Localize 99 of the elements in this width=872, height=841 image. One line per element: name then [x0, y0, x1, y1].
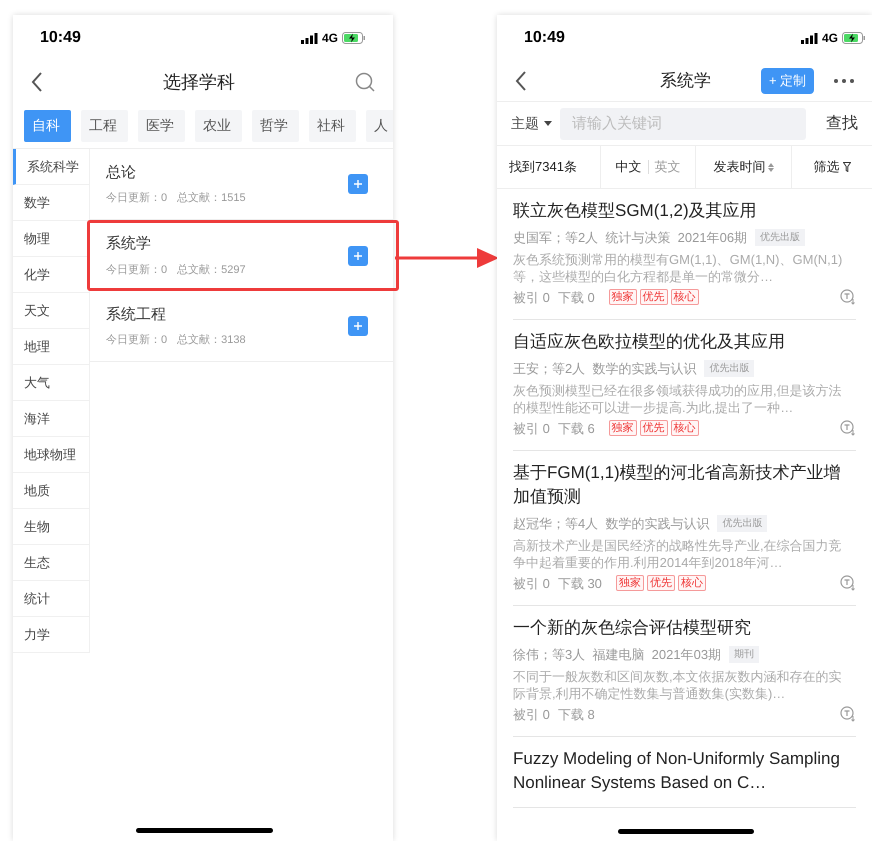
- download-count: 下载 6: [558, 420, 595, 438]
- search-icon[interactable]: [355, 72, 375, 92]
- article-meta: 史国军；等2人 统计与决策 2021年06期: [513, 229, 748, 247]
- sidebar-item[interactable]: 物理: [13, 221, 90, 257]
- page-title: 选择学科: [163, 70, 235, 94]
- battery-charging-icon: [342, 32, 366, 44]
- add-button[interactable]: [348, 246, 368, 266]
- status-time: 10:49: [40, 28, 81, 48]
- article-title[interactable]: 一个新的灰色综合评估模型研究: [513, 616, 856, 640]
- sort-button[interactable]: 发表时间: [696, 146, 792, 188]
- network-label: 4G: [822, 30, 838, 47]
- subject-name: 系统学: [106, 234, 152, 254]
- type-badge: 优先出版: [717, 515, 768, 532]
- article-title[interactable]: Fuzzy Modeling of Non-Uniformly Sampling Nonlinear Systems Based on C…: [513, 747, 856, 795]
- article-title[interactable]: 联立灰色模型SGM(1,2)及其应用: [513, 199, 856, 223]
- circle-download-icon[interactable]: [840, 289, 856, 306]
- sidebar-item[interactable]: 数学: [13, 185, 90, 221]
- article-tag: 核心: [670, 420, 699, 436]
- sort-icon: [768, 162, 774, 172]
- sidebar-item[interactable]: 天文: [13, 293, 90, 329]
- plus-icon: [354, 322, 362, 330]
- sidebar-item[interactable]: 统计: [13, 581, 90, 617]
- circle-download-icon[interactable]: [840, 706, 856, 722]
- article-meta: 赵冠华；等4人 数学的实践与认识: [513, 515, 710, 533]
- article-tag: 核心: [678, 575, 706, 592]
- article-tag: 优先: [646, 575, 675, 592]
- add-button[interactable]: [348, 316, 368, 336]
- plus-icon: [354, 180, 362, 188]
- article-meta: 徐伟；等3人 福建电脑 2021年03期: [513, 646, 722, 664]
- article-title[interactable]: 自适应灰色欧拉模型的优化及其应用: [513, 330, 856, 354]
- signal-icon: [800, 32, 818, 44]
- status-time: 10:49: [524, 28, 565, 48]
- sidebar-item[interactable]: 大气: [13, 365, 90, 401]
- article-abstract: 高新技术产业是国民经济的战略性先导产业,在综合国力竞争中起着重要的作用.利用2014年到2018年河…: [513, 536, 843, 570]
- category-tab[interactable]: 社科: [309, 110, 356, 142]
- search-field[interactable]: 请输入关键词: [560, 108, 806, 140]
- subject-name: 系统工程: [106, 304, 167, 324]
- network-label: 4G: [322, 30, 338, 47]
- article-abstract: 不同于一般灰数和区间灰数,本文依据灰数内涵和存在的实际背景,利用不确定性数集与普通数集(实数集)…: [513, 668, 843, 702]
- article-tag: 优先: [640, 420, 668, 436]
- find-button[interactable]: 查找: [814, 112, 858, 136]
- today-update-count: 今日更新：0: [106, 190, 168, 206]
- category-tab[interactable]: 农业: [195, 110, 242, 142]
- circle-download-icon[interactable]: [840, 575, 856, 592]
- back-icon[interactable]: [31, 72, 43, 92]
- signal-icon: [300, 32, 318, 44]
- download-count: 下载 30: [558, 574, 602, 592]
- sidebar-item[interactable]: 化学: [13, 257, 90, 293]
- today-update-count: 今日更新：0: [106, 262, 168, 278]
- article-tag: 独家: [616, 575, 644, 592]
- language-tab[interactable]: 中文: [616, 157, 642, 177]
- today-update-count: 今日更新：0: [106, 332, 168, 348]
- article-tag: 独家: [608, 420, 637, 436]
- sidebar-item[interactable]: 力学: [13, 617, 90, 653]
- type-badge: 期刊: [729, 646, 760, 664]
- sidebar-item[interactable]: 地理: [13, 329, 90, 365]
- type-badge: 优先出版: [704, 360, 754, 378]
- sidebar-item[interactable]: 地球物理: [13, 437, 90, 473]
- article-tag: 核心: [670, 289, 699, 306]
- subject-row[interactable]: 系统工程 今日更新：0 总文献：3138: [90, 291, 393, 362]
- sidebar-item[interactable]: 海洋: [13, 401, 90, 437]
- sidebar-item[interactable]: 生态: [13, 545, 90, 581]
- article-title[interactable]: 基于FGM(1,1)模型的河北省高新技术产业增加值预测: [513, 461, 856, 509]
- article-abstract: 灰色预测模型已经在很多领域获得成功的应用,但是该方法的模型性能还可以进一步提高.为此,提出了一种…: [513, 382, 843, 416]
- circle-download-icon[interactable]: [840, 420, 856, 436]
- result-count: 找到7341条: [497, 146, 601, 188]
- caret-icon: [544, 121, 552, 126]
- total-count: 总文献：5297: [177, 262, 246, 278]
- article-meta: 王安；等2人 数学的实践与认识: [513, 360, 696, 378]
- page-title: 系统学: [660, 70, 711, 92]
- category-tab[interactable]: 哲学: [252, 110, 299, 142]
- sidebar-item[interactable]: 地质: [13, 473, 90, 509]
- article-abstract: 灰色系统预测常用的模型有GM(1,1)、GM(1,N)、GM(N,1)等，这些模型的白化方程都是单一的常微分…: [513, 250, 844, 284]
- category-tab[interactable]: 人: [366, 110, 393, 142]
- article-tag: 优先: [640, 289, 668, 306]
- sidebar-item[interactable]: 系统科学: [13, 149, 90, 185]
- category-tab[interactable]: 医学: [138, 110, 185, 142]
- category-tab[interactable]: 工程: [81, 110, 128, 142]
- funnel-icon: [842, 162, 850, 172]
- cited-count: 被引 0: [513, 420, 550, 438]
- filter-button[interactable]: 筛选: [792, 146, 872, 188]
- type-badge: 优先出版: [755, 229, 806, 246]
- download-count: 下载 0: [558, 288, 595, 306]
- subject-row[interactable]: 总论 今日更新：0 总文献：1515: [90, 149, 393, 220]
- cited-count: 被引 0: [513, 288, 550, 306]
- scope-dropdown[interactable]: 主题: [511, 113, 552, 134]
- back-icon[interactable]: [515, 71, 527, 91]
- add-button[interactable]: [348, 174, 368, 194]
- total-count: 总文献：1515: [177, 190, 246, 206]
- battery-charging-icon: [842, 32, 866, 44]
- total-count: 总文献：3138: [177, 332, 246, 348]
- sidebar-item[interactable]: 生物: [13, 509, 90, 545]
- article-tag: 独家: [608, 289, 637, 306]
- cited-count: 被引 0: [513, 574, 550, 592]
- more-icon[interactable]: [834, 79, 854, 83]
- plus-icon: [354, 252, 362, 260]
- subject-name: 总论: [106, 162, 137, 182]
- cited-count: 被引 0: [513, 706, 550, 724]
- download-count: 下载 8: [558, 706, 595, 724]
